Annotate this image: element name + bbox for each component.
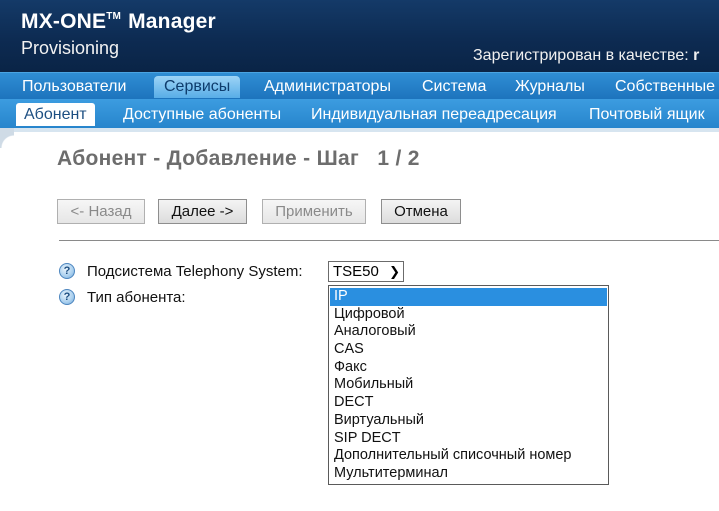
cancel-button[interactable]: Отмена — [381, 199, 461, 224]
subsystem-select[interactable]: TSE50 ❯ — [328, 261, 404, 282]
option-ip[interactable]: IP — [330, 288, 607, 306]
nav-administrators[interactable]: Администраторы — [254, 76, 401, 98]
main-nav: Пользователи Сервисы Администраторы Сист… — [0, 72, 719, 99]
back-button[interactable]: <- Назад — [57, 199, 145, 224]
subnav-edge — [0, 128, 719, 132]
chevron-down-icon: ❯ — [389, 264, 400, 279]
option-virtual[interactable]: Виртуальный — [330, 412, 607, 430]
option-mobile[interactable]: Мобильный — [330, 376, 607, 394]
option-additional-directory-number[interactable]: Дополнительный списочный номер — [330, 447, 607, 465]
subnav-subscriber[interactable]: Абонент — [16, 103, 95, 126]
nav-system[interactable]: Система — [412, 76, 496, 98]
nav-custom[interactable]: Собственные — [605, 76, 719, 98]
nav-logs[interactable]: Журналы — [505, 76, 595, 98]
option-sip-dect[interactable]: SIP DECT — [330, 430, 607, 448]
help-icon[interactable]: ? — [59, 289, 75, 305]
option-dect[interactable]: DECT — [330, 394, 607, 412]
subscriber-type-dropdown-list[interactable]: IP Цифровой Аналоговый CAS Факс Мобильны… — [328, 285, 609, 485]
content-corner — [0, 128, 14, 148]
subscriber-type-label: Тип абонента: — [87, 289, 186, 306]
user-name: r — [693, 47, 700, 64]
option-digital[interactable]: Цифровой — [330, 306, 607, 324]
option-fax[interactable]: Факс — [330, 359, 607, 377]
logged-in-as-label: Зарегистрирован в качестве: r — [473, 47, 700, 64]
subnav-mailbox[interactable]: Почтовый ящик — [581, 103, 713, 126]
option-cas[interactable]: CAS — [330, 341, 607, 359]
nav-services[interactable]: Сервисы — [154, 76, 241, 98]
page-title: Абонент - Добавление - Шаг 1 / 2 — [57, 147, 420, 170]
option-analog[interactable]: Аналоговый — [330, 323, 607, 341]
sub-nav: Абонент Доступные абоненты Индивидуальна… — [0, 99, 719, 128]
help-icon[interactable]: ? — [59, 263, 75, 279]
subsystem-value: TSE50 — [333, 263, 379, 280]
brand-subtitle: Provisioning — [21, 38, 120, 58]
subnav-available-subscribers[interactable]: Доступные абоненты — [115, 103, 289, 126]
subnav-individual-forwarding[interactable]: Индивидуальная переадресация — [303, 103, 565, 126]
app-header: MX-ONETM Manager Provisioning Зарегистри… — [0, 0, 719, 72]
divider — [59, 240, 719, 241]
nav-users[interactable]: Пользователи — [12, 76, 136, 98]
apply-button[interactable]: Применить — [262, 199, 366, 224]
option-multiterminal[interactable]: Мультитерминал — [330, 465, 607, 483]
next-button[interactable]: Далее -> — [158, 199, 247, 224]
brand-logo: MX-ONETM Manager — [21, 10, 216, 33]
subsystem-label: Подсистема Telephony System: — [87, 263, 303, 280]
